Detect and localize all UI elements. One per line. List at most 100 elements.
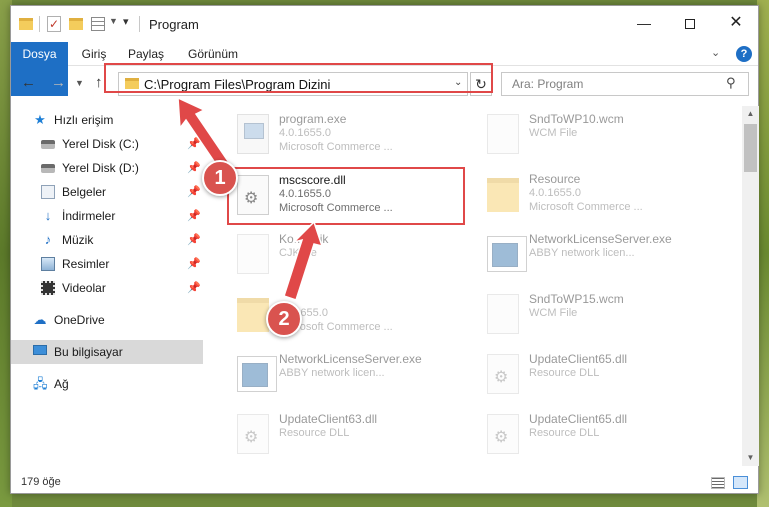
up-arrow-icon[interactable]: ↑ bbox=[95, 74, 103, 91]
sidebar-item-videos[interactable]: Videolar 📌 bbox=[11, 276, 203, 300]
file-detail: 4.0.1655.0 bbox=[279, 188, 331, 200]
file-name: NetworkLicenseServer.exe bbox=[279, 352, 422, 366]
file-item[interactable]: UpdateClient65.dll Resource DLL bbox=[479, 348, 709, 402]
file-item[interactable]: SndToWP15.wcm WCM File bbox=[479, 288, 709, 342]
file-detail: Resource DLL bbox=[279, 427, 350, 439]
sidebar-item-local-disk-d[interactable]: Yerel Disk (D:) 📌 bbox=[11, 156, 203, 180]
sidebar-item-quick-access[interactable]: ★ Hızlı erişim bbox=[11, 108, 203, 132]
pin-icon[interactable]: 📌 bbox=[187, 228, 201, 252]
file-detail: 4.0.1655.0 bbox=[279, 127, 331, 139]
back-arrow-icon[interactable]: ← bbox=[21, 74, 36, 91]
expand-ribbon-icon[interactable]: ⌄ bbox=[711, 46, 720, 59]
file-detail: Microsoft Commerce ... bbox=[529, 201, 643, 213]
sidebar-item-label: Hızlı erişim bbox=[54, 113, 114, 127]
callout-badge-2: 2 bbox=[266, 301, 302, 337]
dll-icon bbox=[237, 175, 269, 215]
customize-toolbar-icon[interactable]: ▾ bbox=[123, 15, 129, 33]
search-input[interactable] bbox=[502, 73, 722, 95]
exe-icon bbox=[237, 114, 269, 154]
file-list: program.exe 4.0.1655.0 Microsoft Commerc… bbox=[229, 106, 739, 466]
details-view-icon[interactable] bbox=[711, 477, 725, 489]
sidebar-item-onedrive[interactable]: ☁ OneDrive bbox=[11, 308, 203, 332]
sidebar-item-downloads[interactable]: ↓ İndirmeler 📌 bbox=[11, 204, 203, 228]
scroll-down-icon[interactable]: ▼ bbox=[742, 450, 759, 466]
sidebar-item-music[interactable]: ♪ Müzik 📌 bbox=[11, 228, 203, 252]
file-item[interactable]: UpdateClient65.dll Resource DLL bbox=[479, 408, 709, 462]
computer-icon bbox=[33, 345, 47, 355]
scroll-up-icon[interactable]: ▲ bbox=[742, 106, 759, 122]
file-name: UpdateClient63.dll bbox=[279, 412, 378, 426]
file-item[interactable]: NetworkLicenseServer.exe ABBY network li… bbox=[479, 228, 709, 282]
file-item[interactable]: 4...1655.0 Microsoft Commerce ... bbox=[229, 288, 459, 342]
title-bar: ✓ ▼ ▾ Program — ✕ bbox=[11, 6, 758, 40]
network-license-exe-icon bbox=[237, 356, 277, 392]
file-name: Resource bbox=[529, 172, 581, 186]
pin-icon[interactable]: 📌 bbox=[187, 156, 201, 180]
chevron-down-icon[interactable]: ▼ bbox=[109, 16, 118, 34]
file-detail: WCM File bbox=[529, 307, 578, 319]
maximize-button[interactable] bbox=[667, 8, 713, 38]
sidebar-item-network[interactable]: 🖧 Ağ bbox=[11, 372, 203, 396]
sidebar-item-local-disk-c[interactable]: Yerel Disk (C:) 📌 bbox=[11, 132, 203, 156]
file-name: program.exe bbox=[279, 112, 347, 126]
dll-icon bbox=[487, 354, 519, 394]
minimize-button[interactable]: — bbox=[621, 8, 667, 38]
file-item[interactable]: UpdateClient63.dll Resource DLL bbox=[229, 408, 459, 462]
onedrive-icon: ☁ bbox=[33, 312, 47, 327]
file-name: NetworkLicenseServer.exe bbox=[529, 232, 672, 246]
file-detail: WCM File bbox=[529, 127, 578, 139]
forward-arrow-icon[interactable]: → bbox=[51, 74, 66, 91]
network-license-exe-icon bbox=[487, 236, 527, 272]
file-name: UpdateClient65.dll bbox=[529, 352, 628, 366]
sidebar-item-label: Belgeler bbox=[62, 185, 107, 199]
close-button[interactable]: ✕ bbox=[713, 8, 759, 38]
target-file-highlight-box[interactable]: mscscore.dll 4.0.1655.0 Microsoft Commer… bbox=[227, 167, 465, 225]
callout-badge-1: 1 bbox=[202, 160, 238, 196]
sidebar-item-label: Resimler bbox=[62, 257, 110, 271]
file-item[interactable]: NetworkLicenseServer.exe ABBY network li… bbox=[229, 348, 459, 402]
file-item[interactable]: Resource 4.0.1655.0 Microsoft Commerce .… bbox=[479, 168, 709, 222]
star-icon: ★ bbox=[34, 112, 46, 127]
drive-icon bbox=[41, 140, 55, 149]
drive-icon bbox=[41, 164, 55, 173]
file-icon bbox=[237, 234, 269, 274]
pin-icon[interactable]: 📌 bbox=[187, 132, 201, 156]
new-folder-icon[interactable] bbox=[69, 18, 83, 30]
downloads-icon: ↓ bbox=[44, 208, 52, 223]
pin-icon[interactable]: 📌 bbox=[187, 252, 201, 276]
view-properties-icon[interactable] bbox=[91, 17, 105, 31]
file-item-mscscore[interactable]: mscscore.dll 4.0.1655.0 Microsoft Commer… bbox=[229, 169, 459, 223]
file-item[interactable]: Ko...n.cjk CJK file bbox=[229, 228, 459, 282]
videos-icon bbox=[41, 281, 55, 295]
pin-icon[interactable]: 📌 bbox=[187, 180, 201, 204]
file-name: SndToWP15.wcm bbox=[529, 292, 624, 306]
sidebar-item-pictures[interactable]: Resimler 📌 bbox=[11, 252, 203, 276]
toolbar-divider bbox=[39, 16, 40, 32]
sidebar-item-this-pc[interactable]: Bu bilgisayar bbox=[11, 340, 203, 364]
file-detail: Resource DLL bbox=[529, 427, 600, 439]
sidebar-item-documents[interactable]: Belgeler 📌 bbox=[11, 180, 203, 204]
navigation-pane: ★ Hızlı erişim Yerel Disk (C:) 📌 Yerel D… bbox=[11, 106, 203, 466]
pictures-icon bbox=[41, 257, 55, 271]
help-icon[interactable]: ? bbox=[736, 46, 752, 62]
tiles-view-icon[interactable] bbox=[733, 476, 748, 489]
recent-locations-chevron-icon[interactable]: ▼ bbox=[75, 78, 84, 88]
vertical-scrollbar[interactable]: ▲ ▼ bbox=[742, 106, 759, 466]
pin-icon[interactable]: 📌 bbox=[187, 276, 201, 300]
file-detail: CJK file bbox=[279, 247, 317, 259]
music-icon: ♪ bbox=[44, 232, 52, 247]
sidebar-item-label: Yerel Disk (C:) bbox=[62, 137, 139, 151]
properties-check-icon[interactable]: ✓ bbox=[47, 16, 61, 32]
sidebar-item-label: İndirmeler bbox=[62, 209, 116, 223]
file-icon bbox=[487, 294, 519, 334]
dll-icon bbox=[487, 414, 519, 454]
scroll-thumb[interactable] bbox=[744, 124, 757, 172]
file-item[interactable]: program.exe 4.0.1655.0 Microsoft Commerc… bbox=[229, 108, 459, 162]
file-name: UpdateClient65.dll bbox=[529, 412, 628, 426]
search-icon[interactable]: ⚲ bbox=[726, 75, 736, 91]
search-box[interactable]: ⚲ bbox=[501, 72, 749, 96]
pin-icon[interactable]: 📌 bbox=[187, 204, 201, 228]
sidebar-item-label: OneDrive bbox=[54, 313, 105, 327]
file-item[interactable]: SndToWP10.wcm WCM File bbox=[479, 108, 709, 162]
folder-icon bbox=[237, 298, 269, 332]
